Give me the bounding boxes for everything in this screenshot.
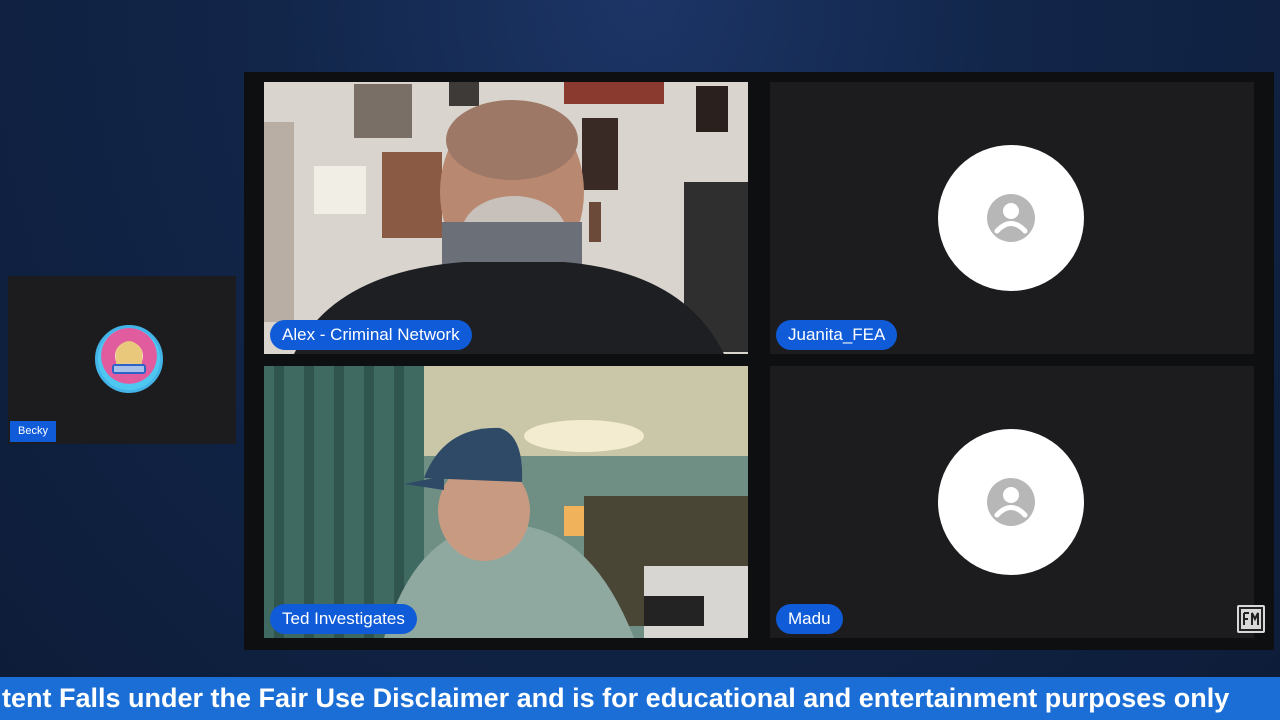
participant-name-becky: Becky — [10, 421, 56, 442]
participant-tile-becky[interactable]: Becky — [8, 276, 236, 444]
participant-tile-juanita[interactable]: Juanita_FEA — [770, 82, 1254, 354]
becky-avatar — [95, 325, 163, 393]
ticker-text: tent Falls under the Fair Use Disclaimer… — [2, 683, 1230, 713]
ted-video-feed — [264, 366, 748, 638]
person-icon — [987, 194, 1035, 242]
video-grid: Alex - Criminal Network Juanita_FEA Ted … — [244, 72, 1274, 650]
participant-name-alex: Alex - Criminal Network — [270, 320, 472, 350]
participant-name-juanita: Juanita_FEA — [776, 320, 898, 350]
participant-tile-ted[interactable]: Ted Investigates — [264, 366, 748, 638]
madu-avatar — [938, 429, 1084, 575]
participant-tile-alex[interactable]: Alex - Criminal Network — [264, 82, 748, 354]
person-icon — [987, 478, 1035, 526]
alex-video-feed — [264, 82, 748, 354]
channel-logo-icon — [1237, 605, 1265, 633]
participant-name-madu: Madu — [776, 604, 843, 634]
juanita-avatar — [938, 145, 1084, 291]
participant-name-ted: Ted Investigates — [270, 604, 417, 634]
disclaimer-ticker: tent Falls under the Fair Use Disclaimer… — [0, 677, 1280, 720]
participant-tile-madu[interactable]: Madu — [770, 366, 1254, 638]
